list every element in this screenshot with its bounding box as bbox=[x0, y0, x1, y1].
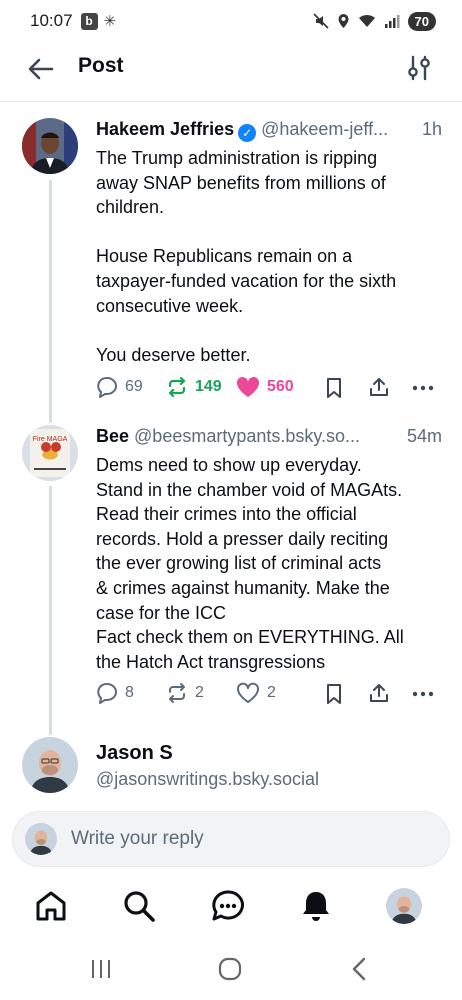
post-time[interactable]: 54m bbox=[407, 423, 442, 449]
repost-button[interactable]: 149 bbox=[166, 376, 222, 398]
author-name[interactable]: Hakeem Jeffries bbox=[96, 116, 234, 142]
home-circle-icon[interactable] bbox=[215, 954, 245, 984]
like-button[interactable]: 2 bbox=[236, 682, 276, 704]
avatar[interactable]: Fire MAGA bbox=[22, 425, 78, 481]
post-header: Post bbox=[0, 42, 462, 102]
svg-text:Fire MAGA: Fire MAGA bbox=[33, 436, 68, 443]
system-nav-bar bbox=[0, 940, 462, 1000]
author-name[interactable]: Jason S bbox=[96, 740, 173, 766]
post-time[interactable]: 1h bbox=[422, 116, 442, 142]
page-title: Post bbox=[78, 54, 124, 77]
search-icon bbox=[124, 891, 155, 922]
nav-search[interactable] bbox=[119, 886, 159, 926]
sparkle-icon: ✳ bbox=[103, 13, 117, 30]
status-time: 10:07 bbox=[30, 11, 73, 30]
reply-icon bbox=[97, 376, 117, 398]
reply-placeholder[interactable]: Write your reply bbox=[71, 828, 204, 850]
author-name[interactable]: Bee bbox=[96, 423, 129, 449]
reply-count: 8 bbox=[125, 684, 134, 701]
avatar[interactable] bbox=[22, 118, 78, 174]
nav-notifications[interactable] bbox=[296, 886, 336, 926]
thread-line bbox=[49, 486, 52, 735]
author-handle[interactable]: @hakeem-jeff... bbox=[261, 116, 416, 142]
more-options-button[interactable] bbox=[412, 377, 434, 399]
back-chevron-icon[interactable] bbox=[345, 954, 375, 984]
repost-count: 2 bbox=[195, 684, 204, 701]
avatar[interactable] bbox=[22, 737, 78, 793]
recent-apps-icon[interactable] bbox=[86, 954, 116, 984]
post-text: Dems need to show up everyday. Stand in … bbox=[96, 455, 404, 672]
current-user-avatar bbox=[25, 823, 57, 855]
repost-count: 149 bbox=[195, 378, 222, 395]
signal-icon bbox=[384, 15, 400, 28]
share-button[interactable] bbox=[368, 376, 390, 398]
thread-line bbox=[49, 180, 52, 423]
status-icons: 70 bbox=[312, 11, 436, 31]
more-dots-icon bbox=[412, 385, 434, 391]
post-text: The Trump administration is ripping away … bbox=[96, 148, 397, 365]
reply-post[interactable]: Jason S @jasonswritings.bsky.social bbox=[0, 735, 462, 805]
share-icon bbox=[370, 684, 388, 702]
reply-icon bbox=[97, 682, 117, 704]
back-arrow-icon[interactable] bbox=[26, 54, 56, 84]
like-button[interactable]: 560 bbox=[236, 376, 294, 398]
nav-home[interactable] bbox=[31, 886, 71, 926]
wifi-icon bbox=[358, 14, 375, 27]
nav-profile[interactable] bbox=[384, 886, 424, 926]
repost-button[interactable]: 2 bbox=[166, 682, 204, 704]
post-actions: 69 149 560 bbox=[96, 375, 436, 403]
nav-chat[interactable] bbox=[208, 886, 248, 926]
app-badge-icon: b bbox=[80, 12, 98, 30]
reply-composer[interactable]: Write your reply bbox=[12, 811, 450, 867]
settings-sliders-icon[interactable] bbox=[406, 54, 432, 82]
more-options-button[interactable] bbox=[412, 683, 434, 705]
bookmark-button[interactable] bbox=[325, 377, 343, 399]
bookmark-icon bbox=[327, 378, 341, 398]
bookmark-icon bbox=[327, 684, 341, 704]
notifications-icon bbox=[303, 892, 329, 921]
location-icon bbox=[338, 14, 349, 28]
reply-post[interactable]: Fire MAGA Bee @beesmartypants.bsky.so...… bbox=[0, 423, 462, 735]
heart-outline-icon bbox=[237, 682, 259, 703]
post-actions: 8 2 2 bbox=[96, 681, 436, 709]
share-button[interactable] bbox=[368, 682, 390, 704]
author-handle[interactable]: @jasonswritings.bsky.social bbox=[96, 769, 442, 790]
chat-icon bbox=[212, 890, 244, 921]
bottom-nav bbox=[0, 876, 462, 938]
repost-icon bbox=[168, 376, 186, 398]
reply-button[interactable]: 8 bbox=[96, 682, 134, 704]
verified-check-icon[interactable]: ✓ bbox=[238, 124, 257, 142]
bookmark-button[interactable] bbox=[325, 683, 343, 705]
author-handle[interactable]: @beesmartypants.bsky.so... bbox=[134, 423, 401, 449]
status-bar: 10:07 b ✳ 70 bbox=[0, 0, 462, 42]
profile-avatar bbox=[386, 888, 422, 924]
repost-icon bbox=[169, 683, 185, 703]
post-main[interactable]: Hakeem Jeffries ✓ @hakeem-jeff... 1h The… bbox=[0, 103, 462, 423]
mute-icon bbox=[312, 13, 329, 29]
share-icon bbox=[370, 378, 388, 396]
like-count: 560 bbox=[267, 378, 294, 395]
battery-indicator: 70 bbox=[407, 11, 436, 31]
reply-count: 69 bbox=[125, 378, 143, 395]
home-icon bbox=[36, 891, 66, 921]
heart-filled-icon bbox=[236, 376, 260, 397]
like-count: 2 bbox=[267, 684, 276, 701]
reply-button[interactable]: 69 bbox=[96, 376, 143, 398]
more-dots-icon bbox=[412, 691, 434, 697]
